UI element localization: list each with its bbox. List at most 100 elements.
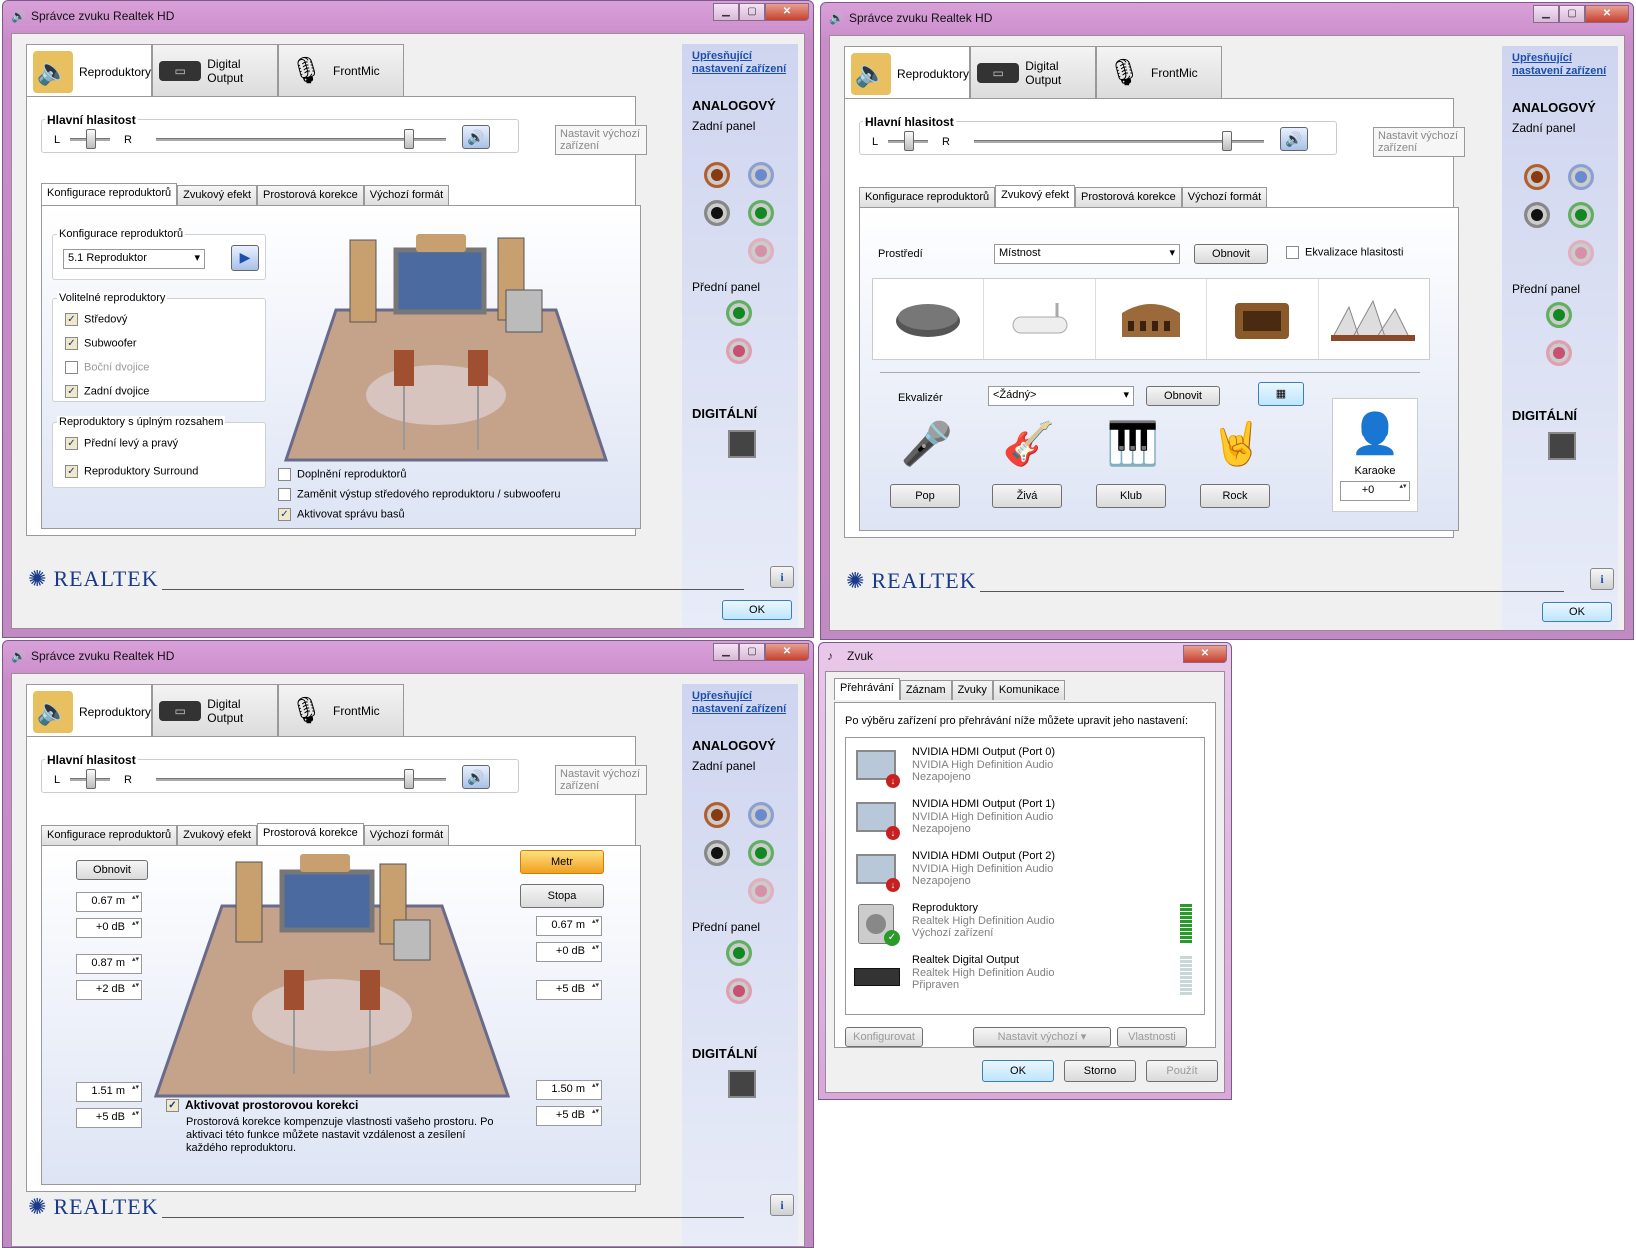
environment-reset-button[interactable]: Obnovit	[1194, 244, 1268, 264]
jack-black[interactable]	[704, 840, 730, 866]
tab-sounds[interactable]: Zvuky	[951, 680, 993, 700]
tab-frontmic[interactable]: 🎙 FrontMic	[278, 44, 404, 96]
apply-button[interactable]: Použít	[1146, 1060, 1218, 1082]
tab-recording[interactable]: Záznam	[899, 680, 952, 700]
titlebar[interactable]: 🔊 Správce zvuku Realtek HD	[3, 1, 813, 31]
jack-green[interactable]	[1568, 202, 1594, 228]
cancel-button[interactable]: Storno	[1064, 1060, 1136, 1082]
minimize-button[interactable]: ▁	[1533, 5, 1559, 23]
jack-black[interactable]	[704, 200, 730, 226]
info-button[interactable]: i	[770, 1194, 794, 1216]
jack-orange[interactable]	[704, 802, 730, 828]
mute-button[interactable]: 🔊	[462, 765, 490, 789]
properties-button[interactable]: Vlastnosti	[1117, 1027, 1187, 1047]
titlebar[interactable]: ♪ Zvuk	[819, 643, 1231, 669]
gain-front-left[interactable]: +0 dB	[76, 918, 142, 938]
configure-button[interactable]: Konfigurovat	[845, 1027, 923, 1047]
minimize-button[interactable]: ▁	[713, 3, 739, 21]
subtab-config[interactable]: Konfigurace reproduktorů	[859, 187, 996, 207]
subtab-effects[interactable]: Zvukový efekt	[177, 185, 257, 205]
distance-center[interactable]: 0.87 m	[76, 954, 142, 974]
subtab-room-correction[interactable]: Prostorová korekce	[257, 823, 364, 845]
maximize-button[interactable]: ▢	[739, 643, 765, 661]
master-volume-slider[interactable]	[404, 769, 414, 789]
digital-jack-icon[interactable]	[728, 1070, 756, 1098]
gain-center[interactable]: +2 dB	[76, 980, 142, 1000]
titlebar[interactable]: 🔊 Správce zvuku Realtek HD	[3, 641, 813, 671]
subtab-room-correction[interactable]: Prostorová korekce	[257, 185, 364, 205]
balance-slider[interactable]	[86, 129, 96, 149]
subtab-effects[interactable]: Zvukový efekt	[995, 185, 1075, 207]
jack-blue[interactable]	[748, 162, 774, 188]
balance-slider[interactable]	[86, 769, 96, 789]
subtab-config[interactable]: Konfigurace reproduktorů	[41, 183, 178, 205]
distance-front-left[interactable]: 0.67 m	[76, 892, 142, 912]
checkbox-loudness[interactable]: Ekvalizace hlasitosti	[1286, 246, 1403, 259]
env-opera-icon[interactable]	[1319, 279, 1429, 359]
advanced-settings-link[interactable]: Upřesňující nastavení zařízení	[1512, 52, 1608, 78]
checkbox-subwoofer[interactable]: Subwoofer	[65, 337, 137, 350]
checkbox-rear-pair[interactable]: Zadní dvojice	[65, 385, 149, 398]
master-volume-slider[interactable]	[404, 129, 414, 149]
gain-front-right[interactable]: +0 dB	[536, 942, 602, 962]
info-button[interactable]: i	[770, 566, 794, 588]
jack-front-pink[interactable]	[1546, 340, 1572, 366]
meter-button[interactable]: Metr	[520, 850, 604, 874]
preset-live[interactable]: 🎸 Živá	[992, 420, 1066, 508]
distance-rear-left[interactable]: 1.51 m	[76, 1082, 142, 1102]
jack-orange[interactable]	[704, 162, 730, 188]
jack-front-green[interactable]	[1546, 302, 1572, 328]
close-button[interactable]: ✕	[1183, 645, 1227, 663]
tab-digital-output[interactable]: ▭ Digital Output	[970, 46, 1096, 98]
tab-digital-output[interactable]: ▭ Digital Output	[152, 44, 278, 96]
digital-jack-icon[interactable]	[1548, 432, 1576, 460]
close-button[interactable]: ✕	[1585, 5, 1629, 23]
tab-reproduktory[interactable]: 🔈 Reproduktory	[26, 684, 152, 738]
checkbox-enable-room-correction[interactable]: Aktivovat prostorovou korekci	[166, 1098, 358, 1113]
jack-front-green[interactable]	[726, 940, 752, 966]
gain-rear-left[interactable]: +5 dB	[76, 1108, 142, 1128]
set-default-dropdown[interactable]: Nastavit výchozí zařízení	[555, 125, 647, 155]
jack-pink[interactable]	[748, 238, 774, 264]
env-bathroom-icon[interactable]	[984, 279, 1096, 359]
tab-playback[interactable]: Přehrávání	[834, 678, 900, 700]
titlebar[interactable]: 🔊 Správce zvuku Realtek HD	[821, 3, 1633, 33]
checkbox-center[interactable]: Středový	[65, 313, 127, 326]
preset-club[interactable]: 🎹 Klub	[1096, 420, 1170, 508]
checkbox-side-pair[interactable]: Boční dvojice	[65, 361, 149, 374]
jack-green[interactable]	[748, 840, 774, 866]
env-stone-icon[interactable]	[873, 279, 985, 359]
maximize-button[interactable]: ▢	[1559, 5, 1585, 23]
jack-blue[interactable]	[1568, 164, 1594, 190]
subtab-default-format[interactable]: Výchozí formát	[1181, 187, 1268, 207]
jack-orange[interactable]	[1524, 164, 1550, 190]
digital-jack-icon[interactable]	[728, 430, 756, 458]
mute-button[interactable]: 🔊	[462, 125, 490, 149]
subtab-effects[interactable]: Zvukový efekt	[177, 825, 257, 845]
balance-slider[interactable]	[904, 131, 914, 151]
device-nvidia-port2[interactable]: ↓ NVIDIA HDMI Output (Port 2) NVIDIA High…	[852, 850, 1198, 900]
device-speakers[interactable]: ✓ Reproduktory Realtek High Definition Au…	[852, 902, 1198, 952]
checkbox-swap-center-sub[interactable]: Zaměnit výstup středového reproduktoru /…	[278, 488, 561, 501]
jack-front-pink[interactable]	[726, 338, 752, 364]
play-test-button[interactable]: ▶	[231, 245, 259, 271]
device-nvidia-port1[interactable]: ↓ NVIDIA HDMI Output (Port 1) NVIDIA High…	[852, 798, 1198, 848]
mute-button[interactable]: 🔊	[1280, 127, 1308, 151]
tab-frontmic[interactable]: 🎙 FrontMic	[278, 684, 404, 736]
advanced-settings-link[interactable]: Upřesňující nastavení zařízení	[692, 50, 788, 76]
device-digital-output[interactable]: Realtek Digital Output Realtek High Defin…	[852, 954, 1198, 1004]
speaker-config-dropdown[interactable]: 5.1 Reproduktor ▾	[63, 249, 205, 269]
environment-dropdown[interactable]: Místnost ▾	[994, 244, 1180, 264]
subtab-default-format[interactable]: Výchozí formát	[363, 185, 450, 205]
set-default-dropdown[interactable]: Nastavit výchozí zařízení	[555, 765, 647, 795]
advanced-settings-link[interactable]: Upřesňující nastavení zařízení	[692, 690, 788, 716]
ok-button[interactable]: OK	[982, 1060, 1054, 1082]
close-button[interactable]: ✕	[765, 3, 809, 21]
gain-subwoofer[interactable]: +5 dB	[536, 980, 602, 1000]
device-nvidia-port0[interactable]: ↓ NVIDIA HDMI Output (Port 0) NVIDIA High…	[852, 746, 1198, 796]
tab-reproduktory[interactable]: 🔈 Reproduktory	[844, 46, 970, 100]
jack-pink[interactable]	[1568, 240, 1594, 266]
env-colosseum-icon[interactable]	[1096, 279, 1208, 359]
gain-rear-right[interactable]: +5 dB	[536, 1106, 602, 1126]
checkbox-bass-management[interactable]: Aktivovat správu basů	[278, 508, 405, 521]
